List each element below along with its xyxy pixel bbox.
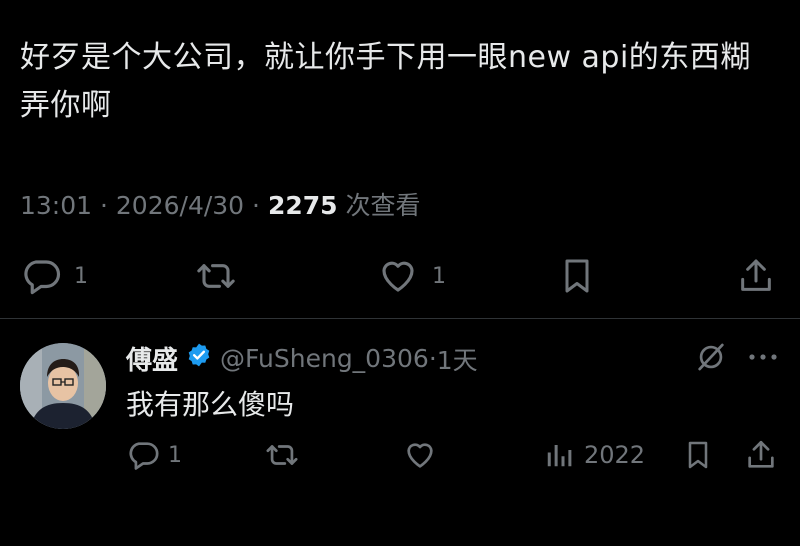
divider bbox=[0, 318, 800, 319]
share-button[interactable] bbox=[736, 255, 776, 297]
like-icon bbox=[376, 255, 420, 297]
reply-display-name[interactable]: 傅盛 bbox=[126, 340, 178, 377]
tweet-time[interactable]: 13:01 bbox=[20, 191, 92, 220]
avatar[interactable] bbox=[20, 343, 106, 429]
reply-time[interactable]: 1天 bbox=[437, 341, 478, 377]
bookmark-button[interactable] bbox=[557, 255, 597, 297]
reply-share-button[interactable] bbox=[744, 438, 778, 472]
grok-button[interactable] bbox=[694, 340, 728, 374]
share-icon bbox=[744, 438, 778, 472]
reply-button[interactable]: 1 bbox=[20, 255, 88, 297]
tweet-date[interactable]: 2026/4/30 bbox=[116, 191, 244, 220]
reply-icon bbox=[20, 255, 62, 297]
reply-handle[interactable]: @FuSheng_0306 bbox=[220, 344, 429, 373]
views-count[interactable]: 2275 bbox=[268, 191, 338, 220]
bookmark-icon bbox=[557, 255, 597, 297]
grok-icon bbox=[694, 340, 728, 374]
reply-header: 傅盛 @FuSheng_0306 · 1天 bbox=[126, 340, 478, 377]
more-button[interactable] bbox=[746, 345, 780, 369]
views-icon bbox=[544, 438, 574, 472]
reply-retweet-button[interactable] bbox=[262, 438, 302, 472]
retweet-button[interactable] bbox=[192, 255, 252, 297]
tweet-text: 好歹是个大公司，就让你手下用一眼new api的东西糊弄你啊 bbox=[20, 40, 751, 123]
meta-separator: · bbox=[252, 191, 260, 220]
like-button[interactable]: 1 bbox=[376, 255, 446, 297]
reply-count: 1 bbox=[74, 263, 88, 289]
reply-text: 我有那么傻吗 bbox=[126, 388, 295, 421]
share-icon bbox=[736, 255, 776, 297]
like-count: 1 bbox=[432, 263, 446, 289]
reply-views-button[interactable]: 2022 bbox=[544, 438, 645, 472]
reply-reply-count: 1 bbox=[168, 442, 182, 468]
reply-icon bbox=[126, 438, 160, 472]
reply-bookmark-button[interactable] bbox=[682, 438, 714, 472]
bookmark-icon bbox=[682, 438, 714, 472]
like-icon bbox=[402, 438, 438, 472]
reply-reply-button[interactable]: 1 bbox=[126, 438, 182, 472]
more-icon bbox=[746, 345, 780, 369]
retweet-icon bbox=[262, 438, 302, 472]
verified-badge-icon bbox=[186, 342, 212, 375]
views-label: 次查看 bbox=[345, 191, 421, 220]
tweet-meta: 13:01 · 2026/4/30 · 2275 次查看 bbox=[20, 186, 421, 222]
reply-views-count: 2022 bbox=[584, 441, 646, 469]
handle-separator: · bbox=[428, 344, 437, 373]
meta-separator: · bbox=[100, 191, 108, 220]
retweet-icon bbox=[192, 255, 240, 297]
reply-like-button[interactable] bbox=[402, 438, 438, 472]
